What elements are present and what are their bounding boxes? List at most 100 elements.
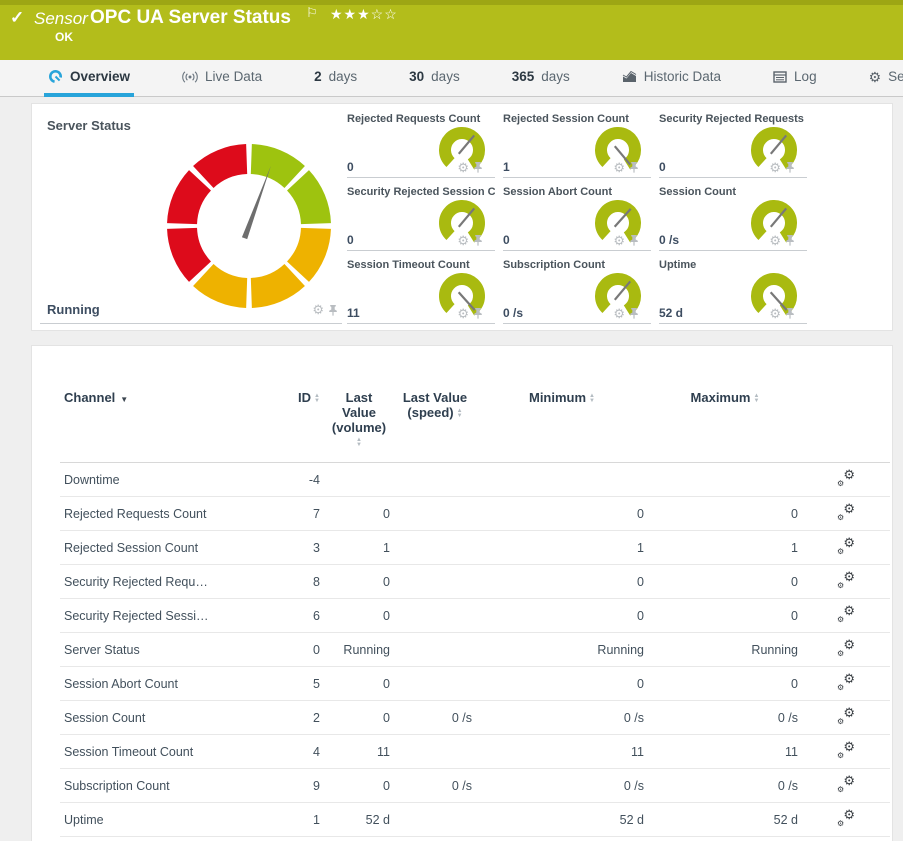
channel-name: Server Status — [60, 633, 242, 667]
pin-icon[interactable] — [473, 234, 483, 246]
tab-overview[interactable]: Overview — [44, 60, 134, 97]
pin-icon[interactable] — [473, 161, 483, 173]
channel-minimum: 52 d — [476, 803, 648, 837]
column-header-minimum[interactable]: Minimum▲▼ — [476, 386, 648, 463]
tab-label: days — [329, 69, 358, 84]
column-header-id[interactable]: ID▲▼ — [242, 386, 324, 463]
channel-row[interactable]: Rejected Requests Count 7 0 0 0 ⚙⚙ — [60, 497, 890, 531]
pin-icon[interactable] — [629, 161, 639, 173]
gear-icon[interactable]: ⚙ — [613, 234, 625, 247]
tab-30-days[interactable]: 30 days — [405, 60, 464, 97]
pin-icon[interactable] — [785, 234, 795, 246]
channel-maximum: Running — [648, 633, 802, 667]
channel-row[interactable]: Subscription Count 9 0 0 /s 0 /s 0 /s ⚙⚙ — [60, 769, 890, 803]
gauge-value: 0 — [347, 160, 354, 174]
column-header-last-value-volume[interactable]: Last Value (volume)▲▼ — [324, 386, 394, 463]
pin-icon[interactable] — [629, 234, 639, 246]
channel-last-value-speed — [394, 599, 476, 633]
gear-icon[interactable]: ⚙ — [769, 161, 781, 174]
channel-last-value-speed — [394, 667, 476, 701]
gauge-tile: Session Count 0 /s ⚙ — [659, 186, 807, 251]
tab-live-data[interactable]: Live Data — [178, 60, 266, 97]
gear-icon[interactable]: ⚙ — [769, 307, 781, 320]
sort-icon: ▲▼ — [589, 394, 595, 404]
column-header-channel[interactable]: Channel▼ — [60, 386, 242, 463]
channel-row[interactable]: Security Rejected Sessi… 6 0 0 0 ⚙⚙ — [60, 599, 890, 633]
priority-flag-icon[interactable]: ⚐ — [306, 5, 318, 21]
channel-minimum: 11 — [476, 735, 648, 769]
channel-row[interactable]: Security Rejected Requ… 8 0 0 0 ⚙⚙ — [60, 565, 890, 599]
sort-icon: ▲▼ — [457, 409, 463, 419]
channel-settings-icon[interactable]: ⚙⚙ — [837, 470, 855, 487]
channel-row[interactable]: Session Count 2 0 0 /s 0 /s 0 /s ⚙⚙ — [60, 701, 890, 735]
tab-log[interactable]: Log — [769, 60, 821, 97]
gear-icon[interactable]: ⚙ — [613, 307, 625, 320]
channel-maximum: 0 — [648, 667, 802, 701]
column-header-maximum[interactable]: Maximum▲▼ — [648, 386, 802, 463]
channel-settings-icon[interactable]: ⚙⚙ — [837, 640, 855, 657]
gear-icon[interactable]: ⚙ — [457, 307, 469, 320]
tab-365-days[interactable]: 365 days — [508, 60, 574, 97]
gauge-value: 11 — [347, 306, 360, 320]
gauge-value: 0 — [347, 233, 354, 247]
channel-last-value-speed: 0 /s — [394, 701, 476, 735]
gauge-value: 0 — [659, 160, 666, 174]
channel-minimum: 0 — [476, 497, 648, 531]
channel-name: Session Abort Count — [60, 667, 242, 701]
tab-2-days[interactable]: 2 days — [310, 60, 361, 97]
channel-settings-icon[interactable]: ⚙⚙ — [837, 742, 855, 759]
channel-settings-icon[interactable]: ⚙⚙ — [837, 810, 855, 827]
pin-icon[interactable] — [328, 304, 338, 316]
channel-settings-icon[interactable]: ⚙⚙ — [837, 572, 855, 589]
channels-table: Channel▼ ID▲▼ Last Value (volume)▲▼ Last… — [60, 386, 890, 837]
gear-icon[interactable]: ⚙ — [312, 303, 324, 316]
channel-row[interactable]: Server Status 0 Running Running Running … — [60, 633, 890, 667]
channel-row[interactable]: Uptime 1 52 d 52 d 52 d ⚙⚙ — [60, 803, 890, 837]
tab-label: Historic Data — [644, 69, 721, 84]
pin-icon[interactable] — [473, 307, 483, 319]
column-header-last-value-speed[interactable]: Last Value (speed)▲▼ — [394, 386, 476, 463]
channel-id: 5 — [242, 667, 324, 701]
channel-settings-icon[interactable]: ⚙⚙ — [837, 606, 855, 623]
channel-settings-icon[interactable]: ⚙⚙ — [837, 674, 855, 691]
channel-last-value-speed — [394, 463, 476, 497]
channel-last-value-speed — [394, 803, 476, 837]
channel-id: 2 — [242, 701, 324, 735]
channel-name: Subscription Count — [60, 769, 242, 803]
status-badge: OK — [55, 30, 73, 44]
channel-row[interactable]: Downtime -4 ⚙⚙ — [60, 463, 890, 497]
gear-icon[interactable]: ⚙ — [613, 161, 625, 174]
pin-icon[interactable] — [785, 161, 795, 173]
column-header-actions — [802, 386, 890, 463]
channel-row[interactable]: Session Abort Count 5 0 0 0 ⚙⚙ — [60, 667, 890, 701]
channel-row[interactable]: Rejected Session Count 3 1 1 1 ⚙⚙ — [60, 531, 890, 565]
tab-historic-data[interactable]: Historic Data — [618, 60, 725, 97]
tab-label-number: 2 — [314, 69, 322, 84]
pin-icon[interactable] — [785, 307, 795, 319]
gauge-title: Server Status — [47, 118, 131, 133]
sort-icon: ▲▼ — [754, 394, 760, 404]
channel-id: 4 — [242, 735, 324, 769]
channel-settings-icon[interactable]: ⚙⚙ — [837, 776, 855, 793]
server-status-gauge-tile: Server Status Running ⚙ — [40, 110, 342, 324]
channel-settings-icon[interactable]: ⚙⚙ — [837, 538, 855, 555]
channel-last-value-volume: 0 — [324, 497, 394, 531]
channel-name: Security Rejected Requ… — [60, 565, 242, 599]
channel-settings-icon[interactable]: ⚙⚙ — [837, 504, 855, 521]
channel-settings-icon[interactable]: ⚙⚙ — [837, 708, 855, 725]
channel-maximum: 0 /s — [648, 769, 802, 803]
gear-icon[interactable]: ⚙ — [457, 234, 469, 247]
priority-stars[interactable]: ★★★☆☆ — [330, 6, 398, 23]
gauge-tile: Uptime 52 d ⚙ — [659, 259, 807, 324]
gear-icon[interactable]: ⚙ — [457, 161, 469, 174]
gauge-icon — [48, 69, 63, 84]
channel-minimum: 0 /s — [476, 701, 648, 735]
live-data-icon — [182, 71, 198, 83]
channel-maximum: 0 — [648, 599, 802, 633]
gear-icon[interactable]: ⚙ — [769, 234, 781, 247]
tab-settings[interactable]: ⚙ Settings — [865, 60, 903, 97]
channel-row[interactable]: Session Timeout Count 4 11 11 11 ⚙⚙ — [60, 735, 890, 769]
pin-icon[interactable] — [629, 307, 639, 319]
gauges-panel: Server Status Running ⚙ Rejected Request… — [31, 103, 893, 331]
channel-name: Rejected Session Count — [60, 531, 242, 565]
